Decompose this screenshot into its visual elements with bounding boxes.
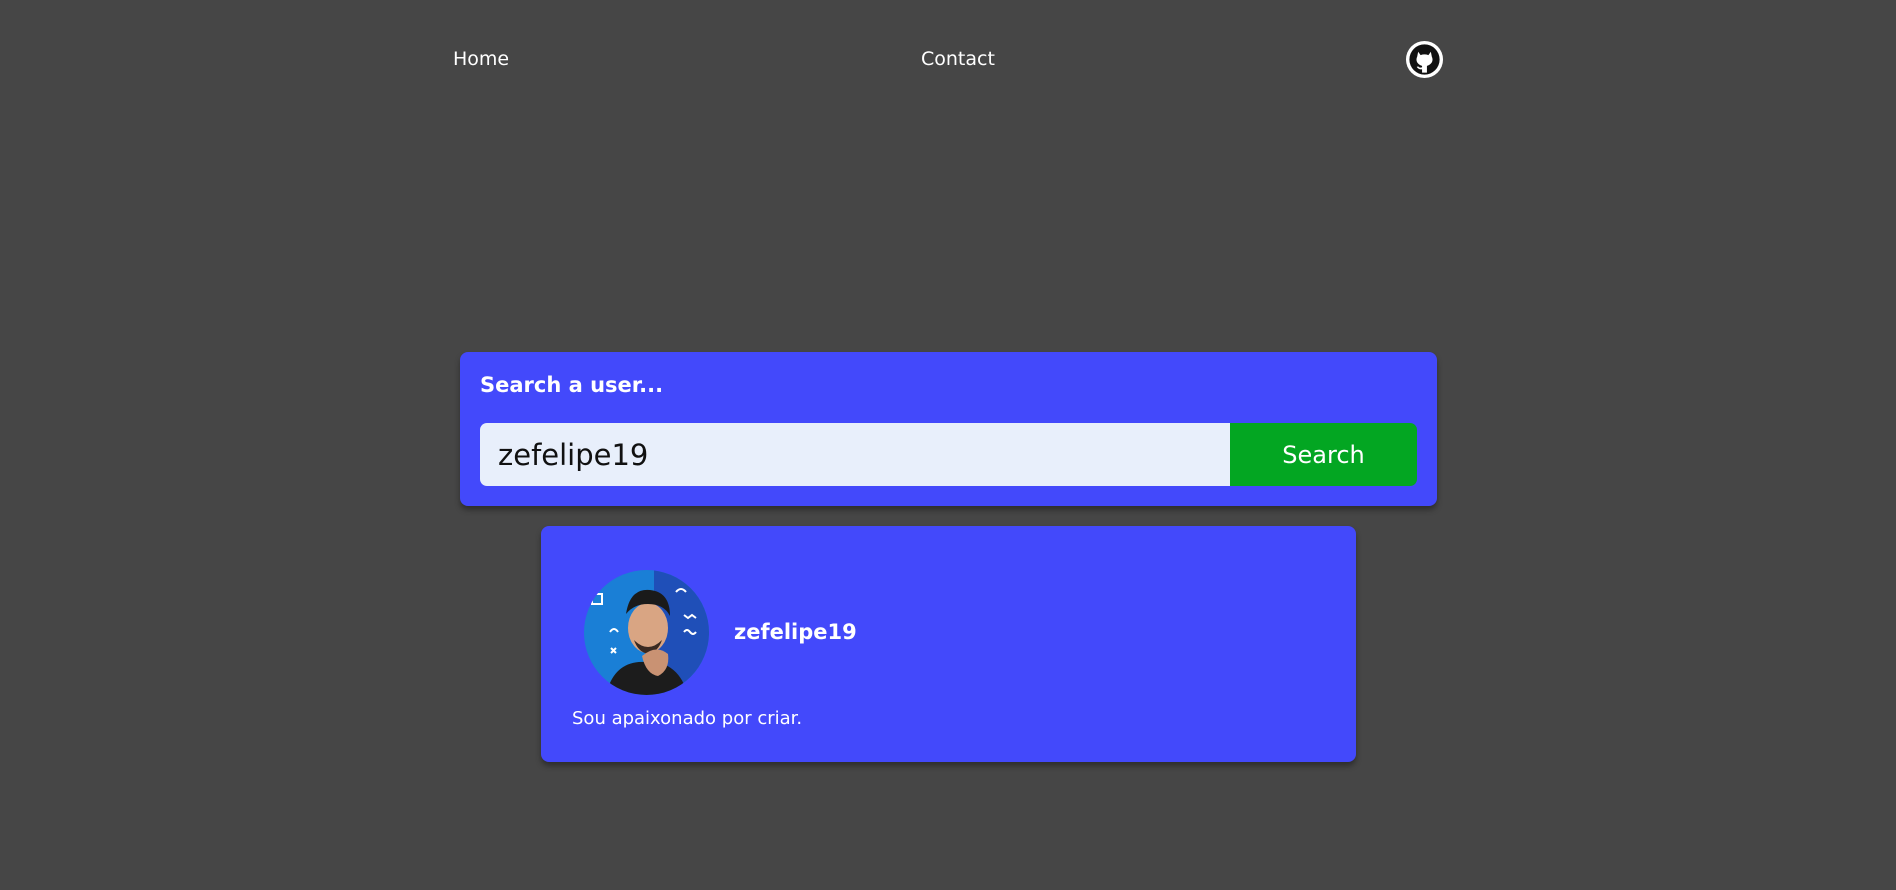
nav-home-link[interactable]: Home <box>453 48 509 70</box>
search-card: Search a user... Search <box>460 352 1437 506</box>
profile-card: zefelipe19 Sou apaixonado por criar. <box>541 526 1356 762</box>
top-nav: Home Contact <box>0 0 1896 120</box>
nav-contact-link[interactable]: Contact <box>921 48 995 70</box>
search-button[interactable]: Search <box>1230 423 1417 486</box>
search-title: Search a user... <box>480 373 664 397</box>
profile-bio: Sou apaixonado por criar. <box>572 708 803 729</box>
profile-username: zefelipe19 <box>734 620 857 644</box>
github-icon[interactable] <box>1405 40 1444 79</box>
search-input[interactable] <box>480 423 1230 486</box>
user-avatar <box>584 570 709 695</box>
